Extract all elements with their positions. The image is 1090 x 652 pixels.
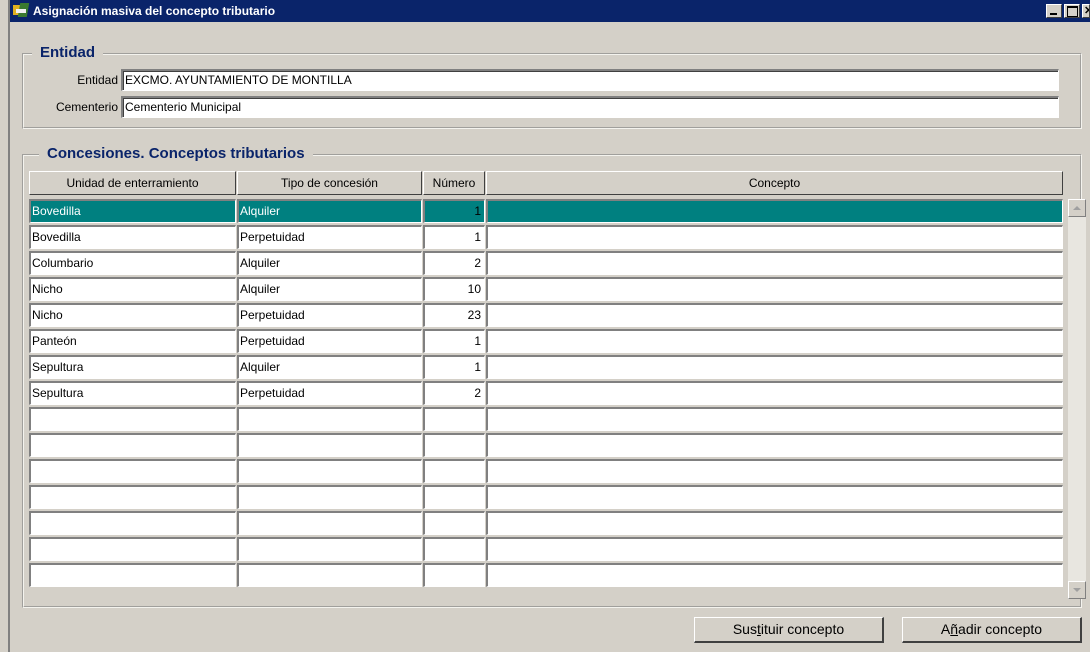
cell-numero[interactable] bbox=[423, 537, 485, 561]
column-header-numero[interactable]: Número bbox=[423, 171, 485, 195]
cell-concepto[interactable] bbox=[486, 355, 1063, 379]
cementerio-field[interactable]: Cementerio Municipal bbox=[121, 96, 1059, 118]
cell-concepto[interactable] bbox=[486, 433, 1063, 457]
cementerio-label: Cementerio bbox=[55, 100, 118, 114]
cell-tipo[interactable] bbox=[237, 459, 422, 483]
cell-tipo[interactable] bbox=[237, 485, 422, 509]
sustituir-label-a: Sus bbox=[732, 621, 757, 637]
scroll-down-icon[interactable] bbox=[1068, 581, 1086, 599]
concesiones-group-title: Concesiones. Conceptos tributarios bbox=[39, 145, 313, 163]
cell-numero[interactable]: 1 bbox=[423, 355, 485, 379]
cell-unidad[interactable]: Sepultura bbox=[29, 355, 236, 379]
cell-tipo[interactable] bbox=[237, 563, 422, 587]
cell-numero[interactable]: 1 bbox=[423, 199, 485, 223]
close-icon[interactable] bbox=[1082, 4, 1090, 18]
cell-tipo[interactable] bbox=[237, 511, 422, 535]
cell-unidad[interactable] bbox=[29, 537, 236, 561]
cell-unidad[interactable]: Nicho bbox=[29, 277, 236, 301]
scroll-up-icon[interactable] bbox=[1068, 199, 1086, 217]
cell-concepto[interactable] bbox=[486, 251, 1063, 275]
cell-numero[interactable]: 2 bbox=[423, 251, 485, 275]
cell-tipo[interactable]: Perpetuidad bbox=[237, 381, 422, 405]
cell-concepto[interactable] bbox=[486, 537, 1063, 561]
sustituir-label-b: ituir concepto bbox=[760, 621, 845, 637]
cell-concepto[interactable] bbox=[486, 225, 1063, 249]
cell-tipo[interactable]: Perpetuidad bbox=[237, 303, 422, 327]
cell-unidad[interactable]: Nicho bbox=[29, 303, 236, 327]
cell-numero[interactable] bbox=[423, 433, 485, 457]
cell-numero[interactable] bbox=[423, 563, 485, 587]
maximize-icon[interactable] bbox=[1064, 4, 1080, 18]
cell-unidad[interactable] bbox=[29, 407, 236, 431]
cell-unidad[interactable]: Sepultura bbox=[29, 381, 236, 405]
cell-numero[interactable]: 2 bbox=[423, 381, 485, 405]
window-left-frame bbox=[0, 0, 10, 652]
column-header-concepto[interactable]: Concepto bbox=[486, 171, 1063, 195]
title-bar[interactable]: Asignación masiva del concepto tributari… bbox=[10, 0, 1090, 22]
cell-numero[interactable] bbox=[423, 485, 485, 509]
cell-tipo[interactable]: Alquiler bbox=[237, 251, 422, 275]
cell-unidad[interactable] bbox=[29, 459, 236, 483]
anadir-label-b: adir concepto bbox=[958, 621, 1043, 637]
sustituir-concepto-button[interactable]: Sustituir concepto bbox=[694, 617, 884, 643]
cell-numero[interactable]: 23 bbox=[423, 303, 485, 327]
cell-unidad[interactable] bbox=[29, 433, 236, 457]
minimize-icon[interactable] bbox=[1046, 4, 1062, 18]
cell-unidad[interactable] bbox=[29, 485, 236, 509]
anadir-label-a: A bbox=[940, 621, 951, 637]
cell-tipo[interactable]: Perpetuidad bbox=[237, 225, 422, 249]
cell-numero[interactable] bbox=[423, 459, 485, 483]
cell-unidad[interactable] bbox=[29, 563, 236, 587]
cell-tipo[interactable]: Perpetuidad bbox=[237, 329, 422, 353]
cell-numero[interactable]: 10 bbox=[423, 277, 485, 301]
table-scrollbar[interactable] bbox=[1068, 199, 1086, 599]
cell-numero[interactable]: 1 bbox=[423, 329, 485, 353]
cell-unidad[interactable]: Bovedilla bbox=[29, 199, 236, 223]
entidad-field[interactable]: EXCMO. AYUNTAMIENTO DE MONTILLA bbox=[121, 69, 1059, 91]
window-title: Asignación masiva del concepto tributari… bbox=[33, 4, 276, 18]
cell-numero[interactable] bbox=[423, 511, 485, 535]
cell-concepto[interactable] bbox=[486, 563, 1063, 587]
cell-tipo[interactable] bbox=[237, 537, 422, 561]
anadir-accesskey: ñ bbox=[950, 621, 959, 637]
anadir-concepto-button[interactable]: Añadir concepto bbox=[902, 617, 1082, 643]
cell-concepto[interactable] bbox=[486, 459, 1063, 483]
cell-numero[interactable]: 1 bbox=[423, 225, 485, 249]
cell-concepto[interactable] bbox=[486, 277, 1063, 301]
column-header-tipo[interactable]: Tipo de concesión bbox=[237, 171, 422, 195]
cell-concepto[interactable] bbox=[486, 199, 1063, 223]
cell-concepto[interactable] bbox=[486, 303, 1063, 327]
cell-concepto[interactable] bbox=[486, 329, 1063, 353]
app-icon bbox=[13, 3, 30, 19]
cell-unidad[interactable] bbox=[29, 511, 236, 535]
cell-unidad[interactable]: Panteón bbox=[29, 329, 236, 353]
cell-tipo[interactable] bbox=[237, 407, 422, 431]
cell-tipo[interactable]: Alquiler bbox=[237, 199, 422, 223]
cell-numero[interactable] bbox=[423, 407, 485, 431]
cell-tipo[interactable]: Alquiler bbox=[237, 355, 422, 379]
cell-concepto[interactable] bbox=[486, 381, 1063, 405]
entidad-group-title: Entidad bbox=[32, 44, 103, 62]
cell-concepto[interactable] bbox=[486, 511, 1063, 535]
entidad-label: Entidad bbox=[77, 73, 118, 87]
cell-unidad[interactable]: Columbario bbox=[29, 251, 236, 275]
cell-tipo[interactable] bbox=[237, 433, 422, 457]
column-header-unidad[interactable]: Unidad de enterramiento bbox=[29, 171, 236, 195]
cell-concepto[interactable] bbox=[486, 407, 1063, 431]
cell-unidad[interactable]: Bovedilla bbox=[29, 225, 236, 249]
cell-tipo[interactable]: Alquiler bbox=[237, 277, 422, 301]
cell-concepto[interactable] bbox=[486, 485, 1063, 509]
